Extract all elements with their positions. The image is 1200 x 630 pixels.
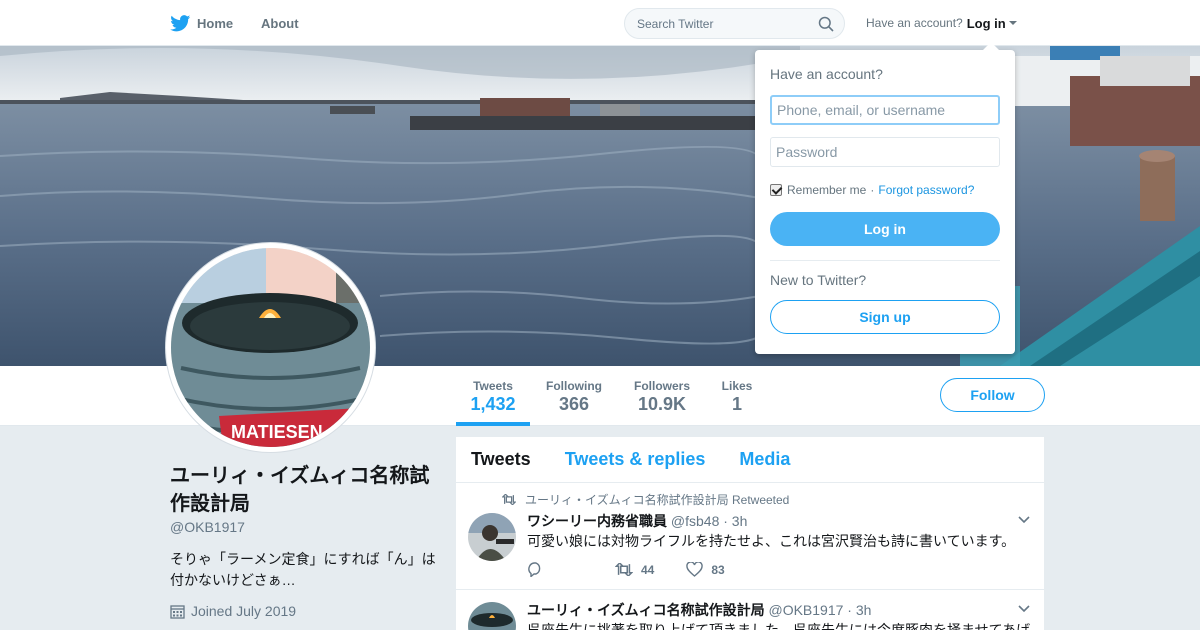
tweet-time[interactable]: · 3h	[723, 513, 747, 529]
nav-about[interactable]: About	[261, 0, 299, 46]
separator-dot: ·	[870, 183, 875, 197]
heart-icon	[686, 562, 704, 577]
stat-likes-value: 1	[731, 394, 742, 414]
reply-icon	[528, 562, 541, 577]
login-menu-label[interactable]: Log in	[967, 16, 1006, 31]
stat-tweets[interactable]: Tweets 1,432	[456, 366, 530, 426]
remember-me: Remember me · Forgot password?	[770, 183, 974, 197]
tab-tweets-replies[interactable]: Tweets & replies	[565, 449, 706, 470]
tweet-author[interactable]: ユーリィ・イズムィコ名称試作設計局	[527, 602, 765, 618]
avatar-text: MATIESEN	[231, 422, 323, 442]
stat-tweets-value: 1,432	[470, 394, 516, 414]
remember-me-label[interactable]: Remember me	[787, 183, 866, 197]
tweet-time[interactable]: · 3h	[847, 602, 871, 618]
username-placeholder: Phone, email, or username	[777, 102, 946, 118]
retweet-button[interactable]: 44	[615, 563, 654, 577]
joined-text: Joined July 2019	[191, 603, 297, 619]
profile-bio: そりゃ「ラーメン定食」にすれば「ん」は付かないけどさぁ…	[170, 551, 436, 588]
tweet-avatar[interactable]	[468, 513, 516, 561]
retweet-icon	[502, 494, 516, 505]
stat-following-value: 366	[558, 394, 590, 414]
tweet-header: ワシーリー内務省職員 @fsb48 · 3h	[527, 511, 747, 531]
timeline: Tweets Tweets & replies Media ユーリィ・イズムィコ…	[456, 437, 1044, 630]
tab-media[interactable]: Media	[739, 449, 790, 470]
stat-following-label: Following	[546, 379, 602, 393]
login-menu[interactable]: Have an account? Log in	[866, 0, 1017, 46]
stat-tweets-label: Tweets	[473, 379, 513, 393]
retweet-count: 44	[641, 562, 655, 577]
login-dropdown: Have an account? Phone, email, or userna…	[755, 42, 1015, 354]
avatar[interactable]: MATIESEN	[166, 243, 375, 452]
nav-home-label: Home	[197, 15, 234, 31]
tweet-actions: 44 83	[527, 562, 757, 577]
tweet[interactable]: ユーリィ・イズムィコ名称試作設計局 Retweeted ワシーリー内務省職員 @…	[456, 483, 1044, 590]
login-button[interactable]: Log in	[770, 212, 1000, 246]
search-input[interactable]: Search Twitter	[624, 8, 845, 39]
tweet[interactable]: ユーリィ・イズムィコ名称試作設計局 @OKB1917 · 3h 呉座先生に挑著を…	[456, 590, 1044, 630]
retweet-icon	[615, 563, 633, 576]
remember-me-checkbox[interactable]	[770, 184, 782, 196]
chevron-down-icon[interactable]	[1018, 605, 1030, 613]
chevron-down-icon[interactable]	[1018, 516, 1030, 524]
profile-name[interactable]: ユーリィ・イズムィコ名称試作設計局	[170, 462, 440, 518]
tweet-avatar[interactable]	[468, 602, 516, 630]
retweet-context: ユーリィ・イズムィコ名称試作設計局 Retweeted	[502, 491, 789, 508]
tweet-header: ユーリィ・イズムィコ名称試作設計局 @OKB1917 · 3h	[527, 600, 871, 620]
password-placeholder: Password	[776, 144, 838, 160]
tweet-text: 呉座先生に挑著を取り上げて頂きました。呉座先生には今度豚肉を掻ませてあげ	[527, 622, 1031, 630]
tweet-text: 可愛い娘には対物ライフルを持たせよ、これは宮沢賢治も詩に書いています。	[527, 533, 1016, 549]
forgot-password-link[interactable]: Forgot password?	[878, 183, 974, 197]
like-button[interactable]: 83	[686, 562, 725, 577]
tweet-handle[interactable]: @fsb48	[671, 513, 719, 529]
stat-likes[interactable]: Likes 1	[717, 366, 757, 426]
twitter-bird-icon	[170, 14, 191, 31]
timeline-tabs: Tweets Tweets & replies Media	[456, 437, 1044, 483]
joined-date: Joined July 2019	[170, 603, 296, 619]
reply-button[interactable]	[527, 562, 551, 577]
caret-down-icon	[1008, 21, 1017, 25]
retweeted-by[interactable]: ユーリィ・イズムィコ名称試作設計局 Retweeted	[525, 491, 789, 508]
stat-following[interactable]: Following 366	[542, 366, 606, 426]
divider	[770, 260, 1000, 261]
search-placeholder: Search Twitter	[637, 16, 714, 31]
tab-tweets[interactable]: Tweets	[471, 449, 531, 470]
nav-home[interactable]: Home	[170, 0, 233, 46]
top-nav: Home About Search Twitter Have an accoun…	[0, 0, 1200, 46]
tweet-handle[interactable]: @OKB1917	[768, 602, 843, 618]
have-account-text: Have an account?	[866, 16, 963, 30]
stat-followers-value: 10.9K	[637, 394, 687, 414]
like-count: 83	[711, 562, 725, 577]
magnifier-icon[interactable]	[818, 16, 834, 32]
dropdown-title: Have an account?	[770, 66, 883, 82]
stat-followers[interactable]: Followers 10.9K	[630, 366, 694, 426]
calendar-icon	[170, 604, 185, 619]
username-field[interactable]: Phone, email, or username	[770, 95, 1000, 125]
tweet-author[interactable]: ワシーリー内務省職員	[527, 513, 667, 529]
new-to-twitter: New to Twitter?	[770, 272, 867, 288]
password-field[interactable]: Password	[770, 137, 1000, 167]
follow-button[interactable]: Follow	[940, 378, 1045, 412]
stat-likes-label: Likes	[721, 379, 753, 393]
signup-button[interactable]: Sign up	[770, 300, 1000, 334]
profile-handle[interactable]: @OKB1917	[170, 519, 245, 535]
stat-followers-label: Followers	[633, 379, 690, 393]
